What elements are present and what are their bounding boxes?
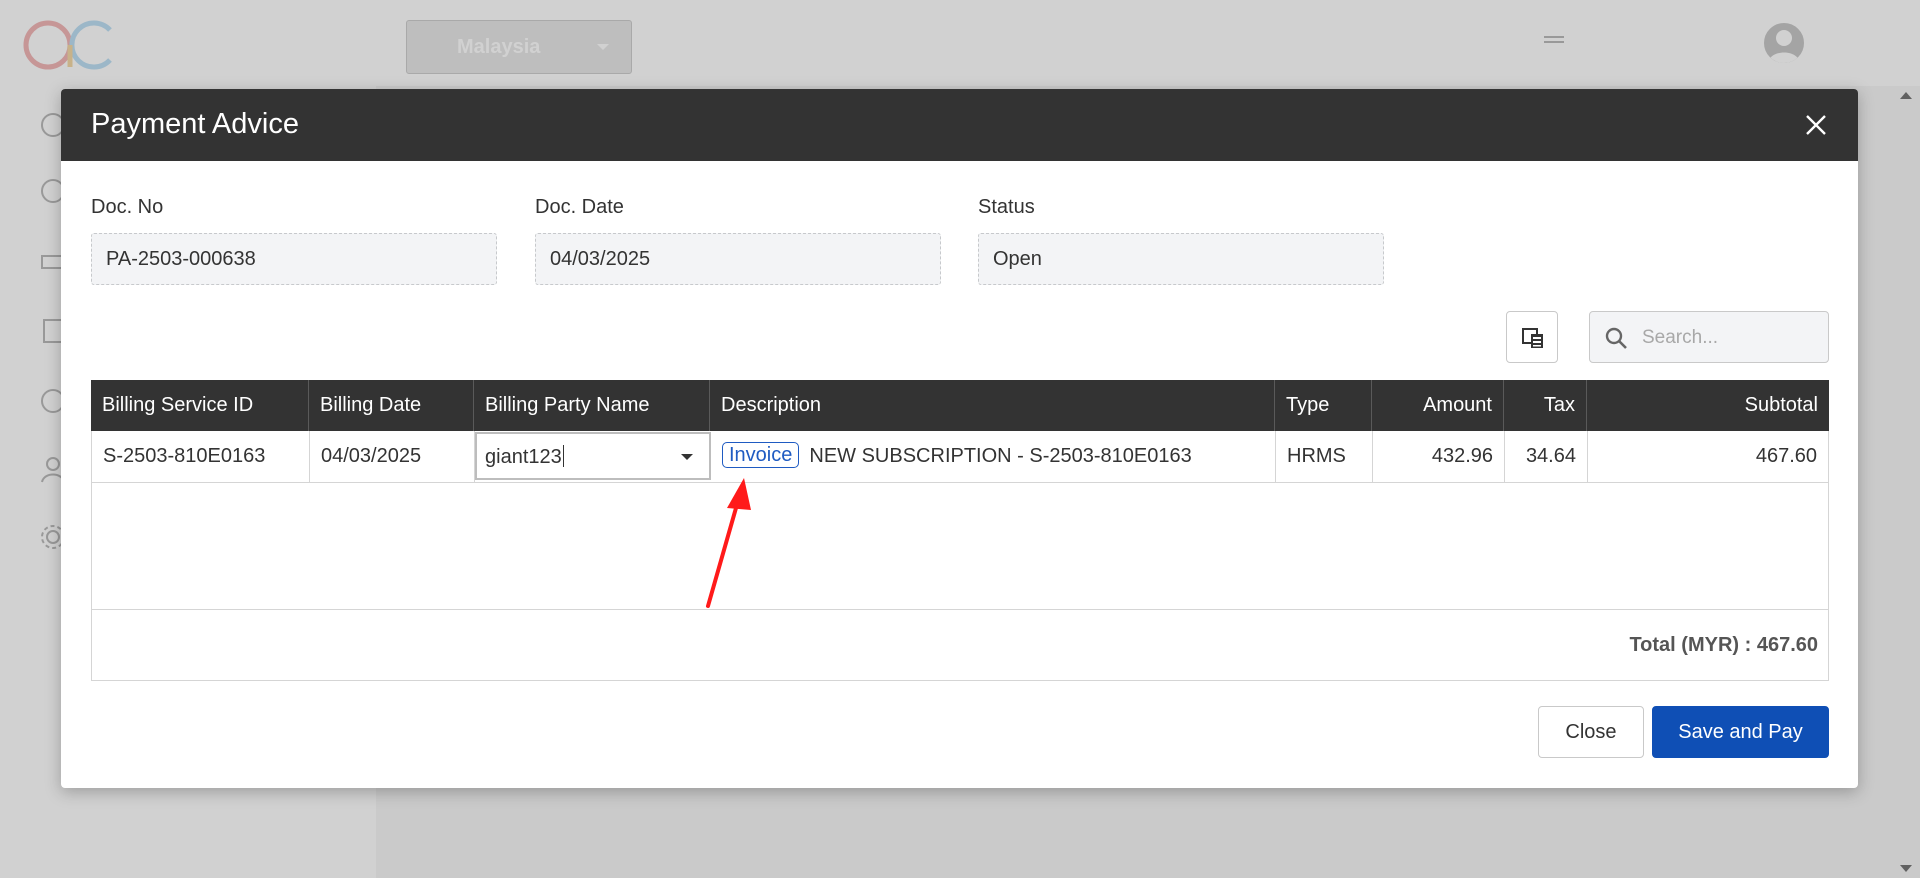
doc-date-label: Doc. Date: [535, 196, 624, 218]
col-amount[interactable]: Amount: [1372, 380, 1504, 431]
col-description[interactable]: Description: [710, 380, 1275, 431]
search-box[interactable]: [1589, 311, 1829, 363]
doc-date-field: 04/03/2025: [535, 233, 941, 285]
col-type[interactable]: Type: [1275, 380, 1372, 431]
col-billing-party-name[interactable]: Billing Party Name: [474, 380, 710, 431]
cell-amount: 432.96: [1373, 431, 1505, 482]
billing-party-value: giant123: [485, 445, 564, 468]
cell-tax: 34.64: [1505, 431, 1588, 482]
column-chooser-button[interactable]: [1506, 311, 1558, 363]
table-footer: Total (MYR) : 467.60: [92, 609, 1828, 681]
col-subtotal[interactable]: Subtotal: [1587, 380, 1829, 431]
col-billing-date[interactable]: Billing Date: [309, 380, 474, 431]
search-input[interactable]: [1640, 322, 1814, 354]
status-label: Status: [978, 196, 1035, 218]
search-icon: [1605, 327, 1627, 349]
doc-no-label: Doc. No: [91, 196, 164, 218]
total-amount: Total (MYR) : 467.60: [1629, 634, 1818, 656]
dropdown-caret-icon[interactable]: [681, 454, 693, 460]
cell-billing-service-id: S-2503-810E0163: [92, 431, 310, 482]
invoice-badge-link[interactable]: Invoice: [722, 441, 800, 468]
save-and-pay-button[interactable]: Save and Pay: [1652, 706, 1829, 758]
status-field: Open: [978, 233, 1384, 285]
cell-billing-date: 04/03/2025: [310, 431, 475, 482]
cell-subtotal: 467.60: [1755, 445, 1817, 467]
description-text: NEW SUBSCRIPTION - S-2503-810E0163: [809, 445, 1192, 467]
table-header: Billing Service ID Billing Date Billing …: [91, 380, 1829, 431]
close-button[interactable]: Close: [1538, 706, 1644, 758]
close-icon[interactable]: [1804, 113, 1828, 137]
cell-type: HRMS: [1276, 431, 1373, 482]
cell-description: Invoice NEW SUBSCRIPTION - S-2503-810E016…: [711, 431, 1276, 482]
doc-no-field: PA-2503-000638: [91, 233, 497, 285]
billing-table: Billing Service ID Billing Date Billing …: [91, 380, 1829, 681]
billing-party-select[interactable]: giant123: [475, 432, 711, 480]
col-tax[interactable]: Tax: [1504, 380, 1587, 431]
payment-advice-modal: Payment Advice Doc. No PA-2503-000638 Do…: [61, 89, 1858, 788]
modal-header: Payment Advice: [61, 89, 1858, 161]
column-chooser-icon: [1522, 328, 1543, 348]
col-billing-service-id[interactable]: Billing Service ID: [91, 380, 309, 431]
modal-title: Payment Advice: [91, 108, 299, 140]
table-row[interactable]: S-2503-810E0163 04/03/2025 giant123 Invo…: [92, 431, 1828, 483]
